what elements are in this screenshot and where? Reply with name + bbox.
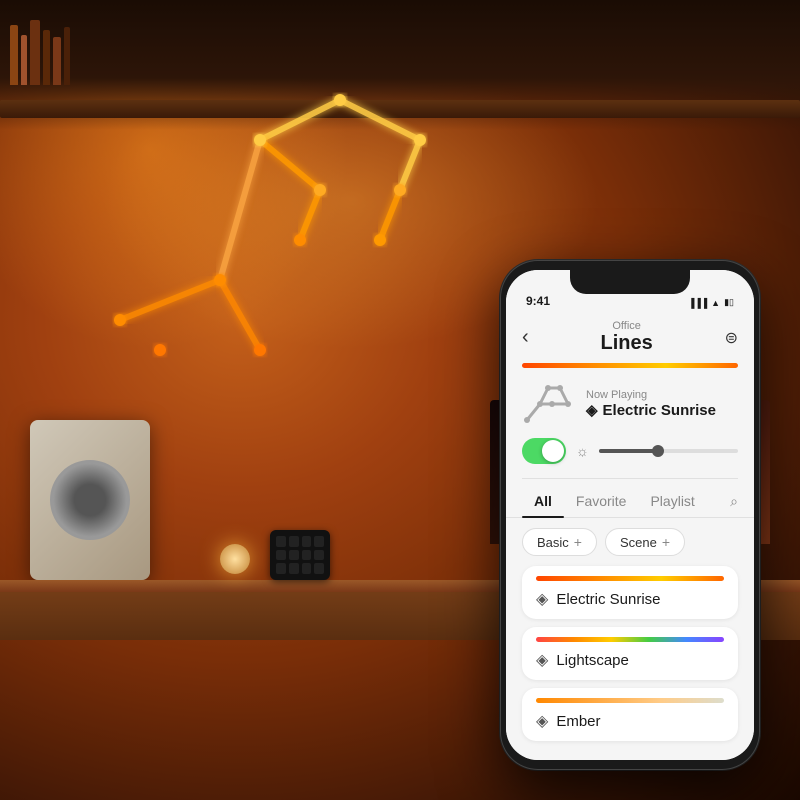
phone-notch bbox=[570, 270, 690, 294]
phone-screen: 9:41 ▐▐▐ ▲ ▮▯ ‹ Office Lines ⊜ bbox=[506, 270, 754, 760]
now-playing-section: Now Playing ◈ Electric Sunrise bbox=[506, 378, 754, 438]
filter-scene[interactable]: Scene + bbox=[605, 528, 685, 556]
controls-row: ☼ bbox=[506, 438, 754, 478]
device-shape-icon bbox=[522, 382, 574, 426]
scene-name-lightscape: Lightscape bbox=[556, 652, 629, 669]
status-time: 9:41 bbox=[526, 294, 550, 308]
drop-icon: ◈ bbox=[586, 401, 598, 419]
brightness-slider[interactable] bbox=[599, 449, 738, 453]
scene-bar-lightscape bbox=[536, 637, 724, 642]
nanoleaf-lines bbox=[60, 80, 460, 380]
scene-list: ◈ Electric Sunrise ◈ Lightscape bbox=[506, 566, 754, 741]
book-3 bbox=[30, 20, 40, 85]
scene-bar-ember bbox=[536, 698, 724, 703]
book-6 bbox=[64, 27, 70, 85]
filter-scene-plus: + bbox=[662, 534, 670, 550]
tab-all[interactable]: All bbox=[522, 489, 564, 513]
header-subtitle: Office bbox=[601, 320, 653, 332]
filter-row: Basic + Scene + bbox=[506, 518, 754, 566]
now-playing-info: Now Playing ◈ Electric Sunrise bbox=[586, 389, 738, 419]
tab-playlist[interactable]: Playlist bbox=[638, 489, 706, 513]
scene-label-electric: ◈ Electric Sunrise bbox=[536, 589, 724, 609]
app-header: ‹ Office Lines ⊜ bbox=[506, 312, 754, 363]
desk-lamp bbox=[220, 544, 250, 574]
book-4 bbox=[43, 30, 50, 85]
search-button[interactable]: ⌕ bbox=[730, 493, 738, 510]
book-2 bbox=[21, 35, 27, 85]
books-decoration bbox=[10, 20, 70, 85]
power-toggle[interactable] bbox=[522, 438, 566, 464]
status-icons: ▐▐▐ ▲ ▮▯ bbox=[688, 297, 734, 308]
phone-body: 9:41 ▐▐▐ ▲ ▮▯ ‹ Office Lines ⊜ bbox=[500, 260, 760, 770]
drop-icon-ember: ◈ bbox=[536, 711, 548, 731]
filter-basic[interactable]: Basic + bbox=[522, 528, 597, 556]
app-content: ‹ Office Lines ⊜ bbox=[506, 312, 754, 760]
tab-favorite[interactable]: Favorite bbox=[564, 489, 639, 513]
back-button[interactable]: ‹ bbox=[522, 326, 529, 349]
wifi-icon: ▲ bbox=[711, 298, 720, 308]
scene-bar-electric bbox=[536, 576, 724, 581]
drop-icon-lightscape: ◈ bbox=[536, 650, 548, 670]
current-scene-color-bar bbox=[522, 363, 738, 368]
scene-card-electric-sunrise[interactable]: ◈ Electric Sunrise bbox=[522, 566, 738, 619]
header-title: Lines bbox=[601, 332, 653, 355]
scene-label-lightscape: ◈ Lightscape bbox=[536, 650, 724, 670]
stream-deck bbox=[270, 530, 330, 580]
speaker-cone bbox=[50, 460, 130, 540]
signal-icon: ▐▐▐ bbox=[688, 298, 707, 308]
now-playing-label: Now Playing bbox=[586, 389, 738, 401]
tab-bar: All Favorite Playlist ⌕ bbox=[506, 479, 754, 518]
header-title-group: Office Lines bbox=[601, 320, 653, 355]
battery-icon: ▮▯ bbox=[724, 297, 734, 308]
filter-scene-label: Scene bbox=[620, 535, 657, 550]
book-1 bbox=[10, 25, 18, 85]
scene-name-ember: Ember bbox=[556, 713, 600, 730]
book-5 bbox=[53, 37, 61, 85]
filter-basic-plus: + bbox=[574, 534, 582, 550]
scene-name-electric: Electric Sunrise bbox=[556, 591, 660, 608]
phone-device: 9:41 ▐▐▐ ▲ ▮▯ ‹ Office Lines ⊜ bbox=[500, 260, 760, 770]
filter-basic-label: Basic bbox=[537, 535, 569, 550]
scene-card-lightscape[interactable]: ◈ Lightscape bbox=[522, 627, 738, 680]
settings-icon[interactable]: ⊜ bbox=[725, 328, 738, 348]
brightness-icon: ☼ bbox=[576, 443, 589, 459]
now-playing-name: ◈ Electric Sunrise bbox=[586, 401, 738, 419]
scene-card-ember[interactable]: ◈ Ember bbox=[522, 688, 738, 741]
speaker bbox=[30, 420, 150, 580]
drop-icon-electric: ◈ bbox=[536, 589, 548, 609]
scene-label-ember: ◈ Ember bbox=[536, 711, 724, 731]
